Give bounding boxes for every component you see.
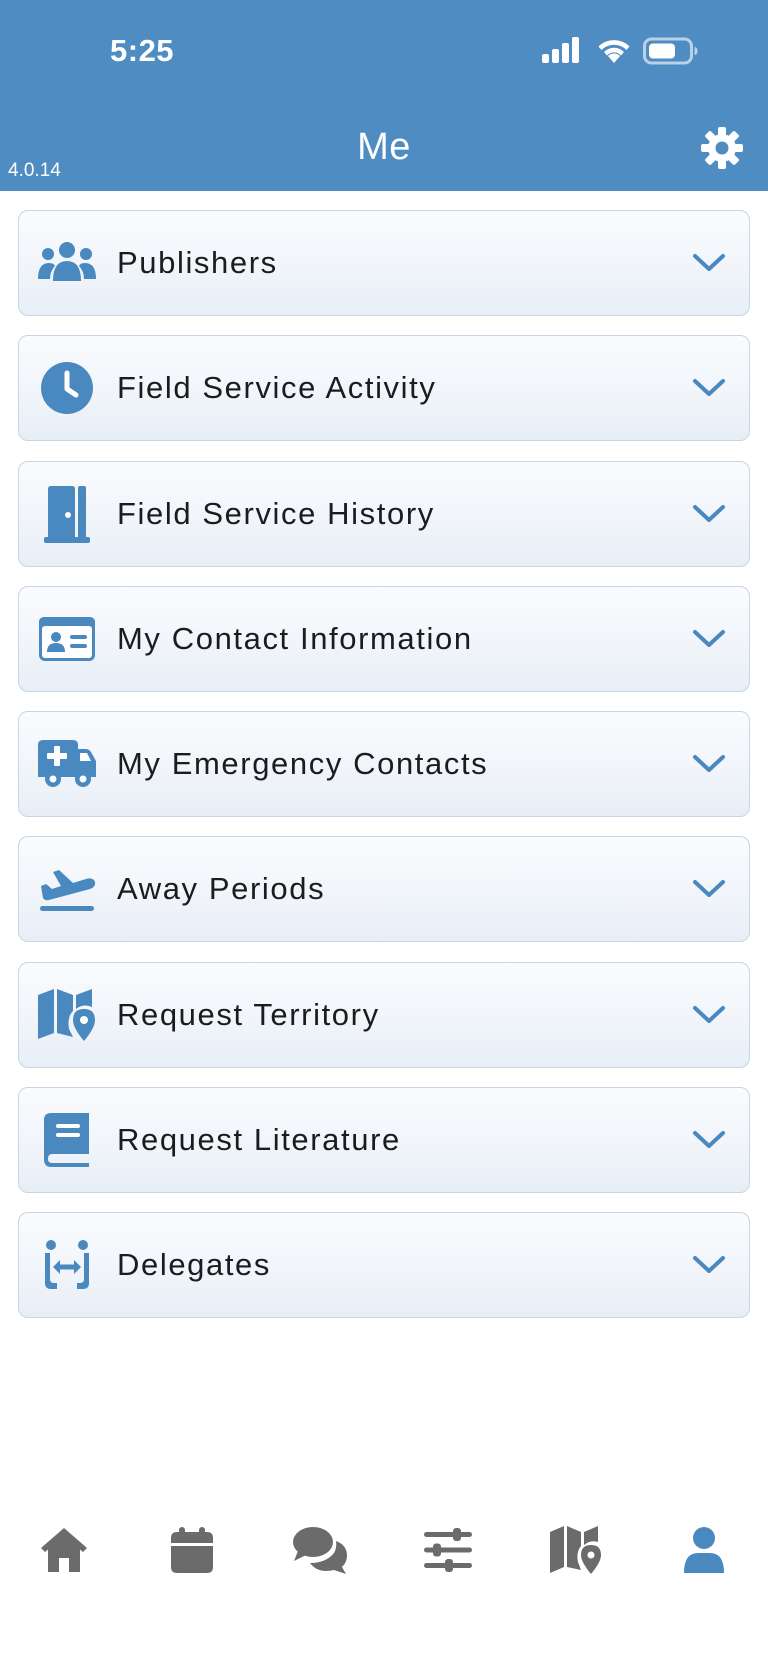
chevron-down-icon [689, 494, 729, 534]
tab-sliders[interactable] [408, 1505, 488, 1595]
tab-messages[interactable] [280, 1505, 360, 1595]
menu-item-label: Request Territory [117, 996, 380, 1032]
user-icon [684, 1527, 724, 1573]
map-location-icon [550, 1526, 601, 1574]
people-group-icon [37, 233, 97, 293]
map-location-icon [37, 985, 97, 1045]
wifi-icon [598, 40, 630, 63]
status-time: 5:25 [110, 33, 175, 68]
tab-calendar[interactable] [152, 1505, 232, 1595]
book-icon [37, 1110, 97, 1170]
signal-icon [542, 37, 579, 63]
menu-item-my-emergency-contacts[interactable]: My Emergency Contacts [18, 711, 750, 818]
chevron-down-icon [689, 1245, 729, 1285]
menu-item-publishers[interactable]: Publishers [18, 210, 750, 316]
menu-item-field-service-activity[interactable]: Field Service Activity [18, 335, 750, 442]
id-card-icon [37, 609, 97, 669]
menu-item-label: Away Periods [117, 871, 326, 907]
status-icons [542, 37, 702, 67]
chevron-down-icon [689, 869, 729, 909]
settings-button[interactable] [698, 124, 746, 172]
chevron-down-icon [689, 1120, 729, 1160]
chat-bubbles-icon [293, 1527, 347, 1574]
menu-item-label: Field Service Activity [117, 370, 437, 406]
menu-item-request-literature[interactable]: Request Literature [18, 1087, 750, 1194]
bottom-tab-bar [0, 1505, 768, 1595]
home-indicator [251, 1638, 517, 1648]
tab-home[interactable] [24, 1505, 104, 1595]
page-title: Me [357, 126, 411, 168]
menu-item-label: Delegates [117, 1247, 271, 1283]
me-menu-list: Publishers Field Service Activity Field … [18, 210, 750, 1338]
clock-icon [37, 358, 97, 418]
sliders-icon [424, 1528, 472, 1572]
chevron-down-icon [689, 619, 729, 659]
menu-item-delegates[interactable]: Delegates [18, 1212, 750, 1319]
chevron-down-icon [689, 995, 729, 1035]
menu-item-label: My Contact Information [117, 620, 473, 656]
battery-icon [643, 37, 698, 65]
door-icon [37, 484, 97, 544]
menu-item-away-periods[interactable]: Away Periods [18, 836, 750, 943]
menu-item-label: My Emergency Contacts [117, 746, 489, 782]
menu-item-label: Request Literature [117, 1122, 401, 1158]
tab-territories[interactable] [536, 1505, 616, 1595]
app-version: 4.0.14 [8, 160, 61, 181]
menu-item-field-service-history[interactable]: Field Service History [18, 460, 750, 567]
menu-item-label: Field Service History [117, 495, 435, 531]
menu-item-request-territory[interactable]: Request Territory [18, 961, 750, 1068]
chevron-down-icon [689, 744, 729, 784]
menu-item-label: Publishers [117, 245, 278, 280]
gear-icon [701, 127, 743, 169]
chevron-down-icon [689, 243, 729, 283]
plane-departure-icon [37, 859, 97, 919]
chevron-down-icon [689, 368, 729, 408]
menu-item-my-contact-information[interactable]: My Contact Information [18, 585, 750, 692]
header-bar: 5:25 Me 4.0.14 [0, 0, 768, 191]
home-icon [41, 1528, 87, 1572]
ambulance-icon [37, 734, 97, 794]
people-arrows-icon [37, 1235, 97, 1295]
calendar-icon [171, 1527, 213, 1573]
tab-me[interactable] [664, 1505, 744, 1595]
